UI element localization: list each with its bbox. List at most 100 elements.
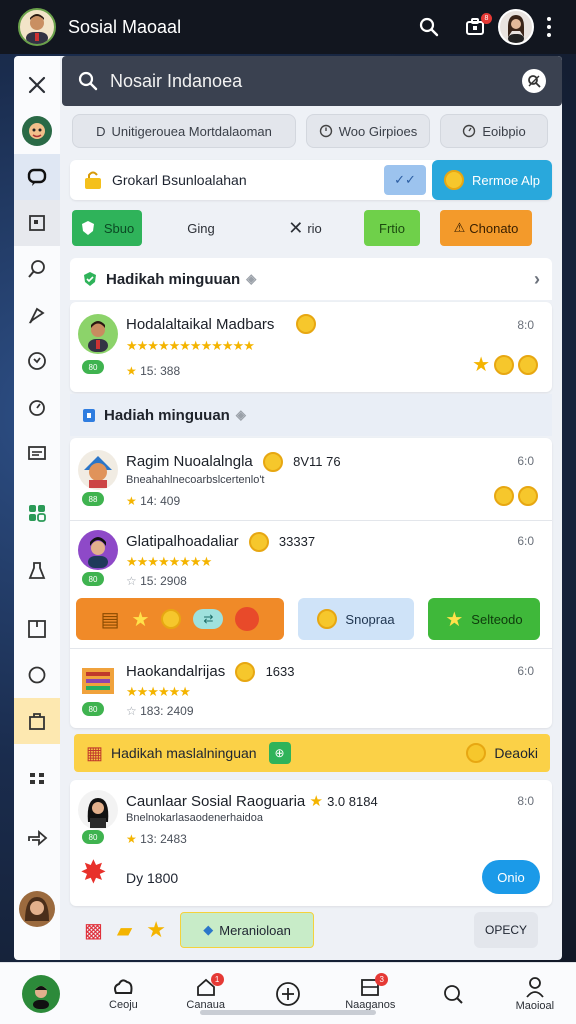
search-icon[interactable] bbox=[406, 4, 452, 50]
nav-maoioal[interactable]: Maoioal bbox=[494, 976, 576, 1012]
clear-search-icon[interactable] bbox=[522, 69, 546, 93]
item-badge: 80 bbox=[82, 360, 104, 374]
coin-icon bbox=[444, 170, 465, 190]
item-avatar bbox=[78, 530, 118, 570]
cta-primary-button[interactable]: Rermoe Alp bbox=[432, 160, 552, 200]
item-extra: Dy 1800 bbox=[126, 870, 179, 886]
filter-chip-1[interactable]: D Unitigerouea Mortdalaoman bbox=[72, 114, 296, 148]
item-time: 6:0 bbox=[517, 454, 534, 468]
close-icon[interactable] bbox=[14, 62, 60, 108]
apps-icon[interactable] bbox=[14, 490, 60, 536]
coin-icon bbox=[296, 314, 316, 334]
item-rating: ★★★★★★★★★★★★ bbox=[126, 338, 255, 353]
item-card-5[interactable]: Caunlaar Sosial Raoguaria ★ 3.0 8184 Bne… bbox=[70, 780, 552, 906]
item-badge: 88 bbox=[82, 492, 104, 506]
app-title: Sosial Maoaal bbox=[68, 16, 182, 37]
item-time: 8:0 bbox=[517, 794, 534, 808]
list-card: Ragim Nuoalalngla 8V11 76 Bneahahlnecoar… bbox=[70, 438, 552, 728]
calendar-icon[interactable] bbox=[14, 200, 60, 246]
clock-icon bbox=[319, 124, 332, 138]
nav-canaua[interactable]: 1 Canaua bbox=[165, 972, 247, 1011]
filter-chip-3[interactable]: Eoibpio bbox=[440, 114, 548, 148]
item-meta: ☆ 183: 2409 bbox=[126, 704, 194, 718]
star-icon[interactable]: ★ bbox=[146, 917, 166, 943]
filter-chip-2[interactable]: Woo Girpioes bbox=[306, 114, 430, 148]
gift-icon[interactable]: ▩ bbox=[84, 918, 103, 943]
category-buttons: Sbuo Ging ✕ rio Frtio ⚠ Chonato bbox=[72, 210, 550, 246]
item-title: Ragim Nuoalalngla 8V11 76 bbox=[126, 452, 341, 472]
opecy-button[interactable]: OPECY bbox=[474, 912, 538, 948]
search-input[interactable]: Nosair Indanoea bbox=[110, 71, 522, 92]
list-item-3[interactable]: Glatipalhoadaliar 33337 ★★★★★★★★ 80 ☆ 15… bbox=[70, 522, 552, 598]
nav-home[interactable] bbox=[0, 974, 82, 1013]
rail-user-avatar[interactable] bbox=[14, 886, 60, 932]
banner-action[interactable]: Deaoki bbox=[494, 745, 538, 761]
profile-avatar[interactable] bbox=[498, 9, 534, 45]
chevron-right-icon[interactable]: › bbox=[534, 269, 540, 290]
coin-icon bbox=[466, 743, 487, 763]
star-icon: ★ bbox=[309, 793, 323, 810]
bottom-strip: ▩ ▰ ★ ◆ Meranioloan OPECY bbox=[70, 908, 552, 952]
flask-icon[interactable] bbox=[14, 548, 60, 594]
home-indicator bbox=[200, 1010, 376, 1015]
briefcase-icon[interactable]: 8 bbox=[452, 4, 498, 50]
user-icon bbox=[526, 976, 544, 998]
nav-search[interactable] bbox=[411, 983, 493, 1005]
app-avatar[interactable] bbox=[18, 8, 56, 46]
list-item-4[interactable]: Haokandalrijas 1633 ★★★★★★ 80 ☆ 183: 240… bbox=[70, 650, 552, 728]
card-icon[interactable] bbox=[14, 430, 60, 476]
add-user-icon[interactable]: ⊕ bbox=[268, 742, 291, 764]
cta-check-button[interactable]: ✓✓ bbox=[384, 165, 426, 195]
circle-icon[interactable] bbox=[14, 652, 60, 698]
clock-icon bbox=[463, 124, 476, 138]
ging-button[interactable]: Ging bbox=[156, 210, 246, 246]
window-icon[interactable] bbox=[14, 606, 60, 652]
item-time: 6:0 bbox=[517, 664, 534, 678]
action-strip: ▤ ★ ⇄ Snopraa ★ Selteodo bbox=[76, 598, 546, 640]
more-menu-icon[interactable] bbox=[534, 4, 564, 50]
coin-icon bbox=[161, 609, 182, 629]
rail-avatar[interactable] bbox=[14, 108, 60, 154]
selteodo-button[interactable]: ★ Selteodo bbox=[428, 598, 540, 640]
pin-icon[interactable] bbox=[14, 292, 60, 338]
clock-icon[interactable] bbox=[14, 384, 60, 430]
section-header-2[interactable]: Hadiah minguuan ◈ bbox=[70, 394, 552, 436]
rio-button[interactable]: ✕ rio bbox=[260, 210, 350, 246]
grid-icon[interactable] bbox=[14, 756, 60, 802]
section-header-1[interactable]: Hadikah minguuan ◈ › bbox=[70, 258, 552, 300]
nav-naaganos[interactable]: 3 Naaganos bbox=[329, 972, 411, 1011]
chat-icon[interactable] bbox=[14, 154, 60, 200]
lock-icon bbox=[83, 409, 95, 422]
search-icon bbox=[78, 71, 98, 91]
rewards-button[interactable]: ▤ ★ ⇄ bbox=[76, 598, 284, 640]
item-card-1[interactable]: Hodalaltaikal Madbars ★★★★★★★★★★★★ 80 ★ … bbox=[70, 302, 552, 392]
list-item-2[interactable]: Ragim Nuoalalngla 8V11 76 Bneahahlnecoar… bbox=[70, 438, 552, 520]
nav-add[interactable] bbox=[247, 981, 329, 1007]
item-title: Glatipalhoadaliar 33337 bbox=[126, 532, 315, 552]
search-bar[interactable]: Nosair Indanoea bbox=[62, 56, 562, 106]
sbuo-button[interactable]: Sbuo bbox=[72, 210, 142, 246]
item-avatar bbox=[78, 790, 118, 830]
gauge-icon[interactable] bbox=[14, 338, 60, 384]
snopraa-button[interactable]: Snopraa bbox=[298, 598, 414, 640]
merchant-chip[interactable]: ◆ Meranioloan bbox=[180, 912, 315, 948]
nav-ceoju[interactable]: Ceoju bbox=[82, 977, 164, 1011]
main-panel: Nosair Indanoea D Unitigerouea Mortdalao… bbox=[60, 56, 562, 960]
ticket-icon[interactable]: ▰ bbox=[117, 918, 132, 943]
item-title: Caunlaar Sosial Raoguaria ★ 3.0 8184 bbox=[126, 793, 378, 810]
padlock-icon bbox=[85, 171, 101, 189]
search-rail-icon[interactable] bbox=[14, 246, 60, 292]
share-icon[interactable] bbox=[14, 814, 60, 860]
cta-card: Grokarl Bsunloalahan ✓✓ Rermoe Alp bbox=[70, 160, 552, 200]
gift-icon: ▦ bbox=[86, 742, 104, 763]
tag-icon: ◈ bbox=[235, 407, 246, 422]
reward-icons bbox=[494, 486, 538, 506]
chonato-button[interactable]: ⚠ Chonato bbox=[440, 210, 532, 246]
item-avatar bbox=[78, 450, 118, 490]
frtio-button[interactable]: Frtio bbox=[364, 210, 420, 246]
bag-icon[interactable] bbox=[14, 698, 60, 744]
onio-button[interactable]: Onio bbox=[482, 860, 540, 894]
promo-banner[interactable]: ▦ Hadikah maslalninguan ⊕ Deaoki bbox=[74, 734, 550, 772]
add-circle-icon bbox=[276, 981, 300, 1006]
ball-icon bbox=[235, 607, 260, 631]
